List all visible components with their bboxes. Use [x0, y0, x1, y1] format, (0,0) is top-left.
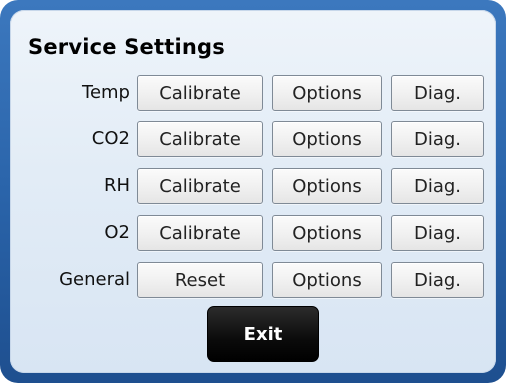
rh-diag-button[interactable]: Diag. [391, 168, 484, 204]
co2-options-button[interactable]: Options [272, 121, 382, 157]
row-label-rh: RH [103, 175, 130, 196]
temp-options-button[interactable]: Options [272, 75, 382, 111]
o2-diag-button[interactable]: Diag. [391, 215, 484, 251]
row-label-o2: O2 [104, 222, 130, 243]
row-label-co2: CO2 [91, 128, 130, 149]
general-options-button[interactable]: Options [272, 262, 382, 298]
rh-options-button[interactable]: Options [272, 168, 382, 204]
rh-calibrate-button[interactable]: Calibrate [137, 168, 263, 204]
row-label-general: General [59, 269, 130, 290]
temp-diag-button[interactable]: Diag. [391, 75, 484, 111]
row-label-temp: Temp [82, 82, 130, 103]
o2-options-button[interactable]: Options [272, 215, 382, 251]
temp-calibrate-button[interactable]: Calibrate [137, 75, 263, 111]
exit-button[interactable]: Exit [207, 306, 319, 362]
page-title: Service Settings [28, 35, 225, 59]
o2-calibrate-button[interactable]: Calibrate [137, 215, 263, 251]
co2-diag-button[interactable]: Diag. [391, 121, 484, 157]
general-reset-button[interactable]: Reset [137, 262, 263, 298]
co2-calibrate-button[interactable]: Calibrate [137, 121, 263, 157]
general-diag-button[interactable]: Diag. [391, 262, 484, 298]
